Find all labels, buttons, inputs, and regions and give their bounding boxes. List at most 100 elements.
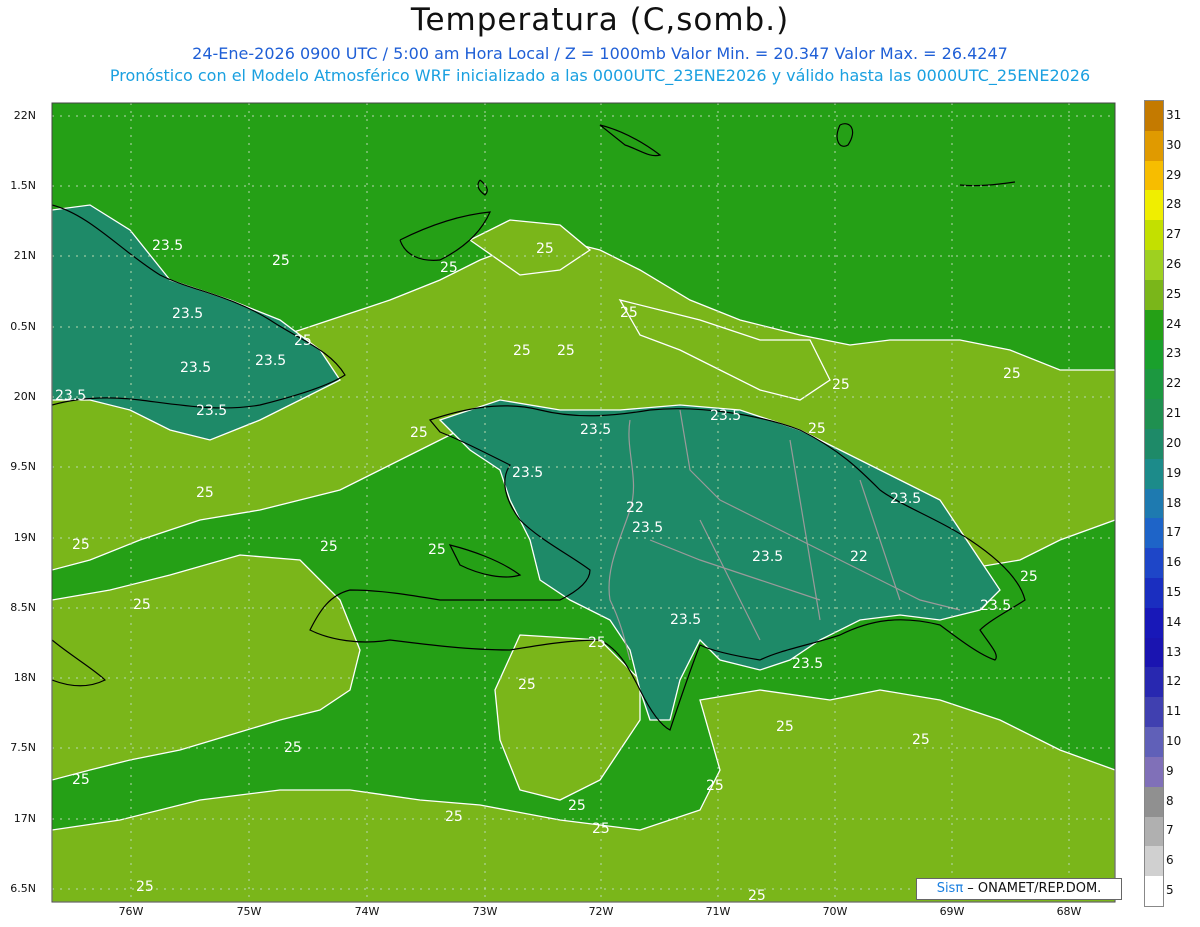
color-scale-label: 19: [1166, 465, 1182, 480]
contour-label: 25: [294, 333, 312, 349]
color-scale-swatch: [1145, 309, 1163, 340]
color-scale-label: 26: [1166, 256, 1182, 271]
color-scale-label: 27: [1166, 227, 1182, 242]
contour-label: 25: [133, 597, 151, 613]
contour-label: 25: [592, 821, 610, 837]
color-scale-label: 10: [1166, 734, 1182, 749]
contour-label: 25: [1020, 569, 1038, 585]
color-scale-label: 22: [1166, 376, 1182, 391]
lat-label: 20N: [13, 390, 36, 403]
color-scale-swatch: [1145, 250, 1163, 280]
color-scale-label: 6: [1166, 853, 1174, 868]
color-scale-swatch: [1145, 101, 1163, 131]
lon-label: 69W: [939, 905, 965, 918]
color-scale-swatch: [1145, 667, 1163, 698]
color-scale-swatch: [1145, 488, 1163, 519]
color-scale-swatch: [1145, 518, 1163, 549]
contour-label: 25: [272, 253, 290, 269]
color-scale-label: 18: [1166, 495, 1182, 510]
color-scale-label: 5: [1166, 883, 1174, 898]
lon-label: 70W: [822, 905, 848, 918]
color-scale-label: 29: [1166, 167, 1182, 182]
contour-label: 25: [568, 798, 586, 814]
color-scale-swatch: [1145, 637, 1163, 668]
contour-label: 25: [706, 778, 724, 794]
map-field: 23.5 25 25 25 23.5 25 23.5 23.5 23.5 23.5 25 25 25 25…: [52, 103, 1115, 902]
color-scale-swatch: [1145, 727, 1163, 757]
color-scale-swatch: [1145, 160, 1163, 191]
color-scale-swatch: [1145, 756, 1163, 787]
color-scale-swatch: [1145, 339, 1163, 370]
contour-label: 23.5: [255, 353, 286, 369]
lat-label: 19N: [13, 531, 36, 544]
lon-label: 74W: [354, 905, 380, 918]
lon-label: 75W: [236, 905, 262, 918]
contour-label: 25: [410, 425, 428, 441]
color-scale-bar: [1144, 100, 1164, 907]
color-scale-swatch: [1145, 697, 1163, 728]
color-scale-swatch: [1145, 220, 1163, 251]
contour-label: 25: [536, 241, 554, 257]
color-scale-label: 14: [1166, 614, 1182, 629]
credit-text: – ONAMET/REP.DOM.: [963, 881, 1102, 896]
lat-label: 17N: [13, 812, 36, 825]
color-scale-label: 23: [1166, 346, 1182, 361]
temperature-map: 23.5 25 25 25 23.5 25 23.5 23.5 23.5 23.5 25 25 25 25…: [51, 102, 1116, 903]
color-scale-label: 24: [1166, 316, 1182, 331]
contour-label: 23.5: [792, 656, 823, 672]
contour-label: 25: [513, 343, 531, 359]
color-scale-swatch: [1145, 190, 1163, 221]
lat-label: 7.5N: [10, 741, 36, 754]
sispi-logo: Sisπ: [936, 881, 964, 896]
lat-label: 8.5N: [10, 601, 36, 614]
color-scale-label: 28: [1166, 197, 1182, 212]
color-scale-label: 17: [1166, 525, 1182, 540]
contour-label: 25: [808, 421, 826, 437]
color-scale-label: 20: [1166, 435, 1182, 450]
color-scale-swatch: [1145, 876, 1163, 906]
color-scale-label: 12: [1166, 674, 1182, 689]
credit-box: Sisπ – ONAMET/REP.DOM.: [916, 878, 1122, 900]
contour-label: 25: [440, 260, 458, 276]
color-scale-swatch: [1145, 369, 1163, 400]
color-scale-label: 11: [1166, 704, 1182, 719]
color-scale-label: 7: [1166, 823, 1174, 838]
color-scale-label: 30: [1166, 137, 1182, 152]
contour-label: 23.5: [710, 408, 741, 424]
contour-label: 23.5: [152, 238, 183, 254]
lat-label: 18N: [13, 671, 36, 684]
contour-label: 23.5: [55, 388, 86, 404]
color-scale-swatch: [1145, 548, 1163, 579]
contour-label: 25: [284, 740, 302, 756]
contour-label: 23.5: [172, 306, 203, 322]
contour-label: 25: [620, 305, 638, 321]
contour-label: 25: [136, 879, 154, 895]
lat-label: 1.5N: [10, 179, 36, 192]
color-scale-label: 9: [1166, 763, 1174, 778]
color-scale-swatch: [1145, 578, 1163, 608]
contour-label: 25: [428, 542, 446, 558]
color-scale-label: 15: [1166, 584, 1182, 599]
color-scale-swatch: [1145, 607, 1163, 638]
lat-label: 22N: [13, 109, 36, 122]
contour-label: 23.5: [890, 491, 921, 507]
contour-label: 23.5: [752, 549, 783, 565]
contour-label: 25: [72, 772, 90, 788]
lon-label: 72W: [588, 905, 614, 918]
lon-label: 73W: [472, 905, 498, 918]
contour-label: 23.5: [980, 598, 1011, 614]
color-scale-label: 21: [1166, 406, 1182, 421]
color-scale-label: 13: [1166, 644, 1182, 659]
contour-label: 23.5: [180, 360, 211, 376]
contour-label: 25: [196, 485, 214, 501]
contour-label: 25: [1003, 366, 1021, 382]
contour-label: 23.5: [196, 403, 227, 419]
lat-label: 21N: [13, 249, 36, 262]
contour-label: 25: [320, 539, 338, 555]
contour-label: 25: [72, 537, 90, 553]
color-scale-swatch: [1145, 428, 1163, 459]
color-scale-swatch: [1145, 399, 1163, 429]
color-scale-label: 16: [1166, 555, 1182, 570]
color-scale-swatch: [1145, 786, 1163, 817]
lat-label: 6.5N: [10, 882, 36, 895]
